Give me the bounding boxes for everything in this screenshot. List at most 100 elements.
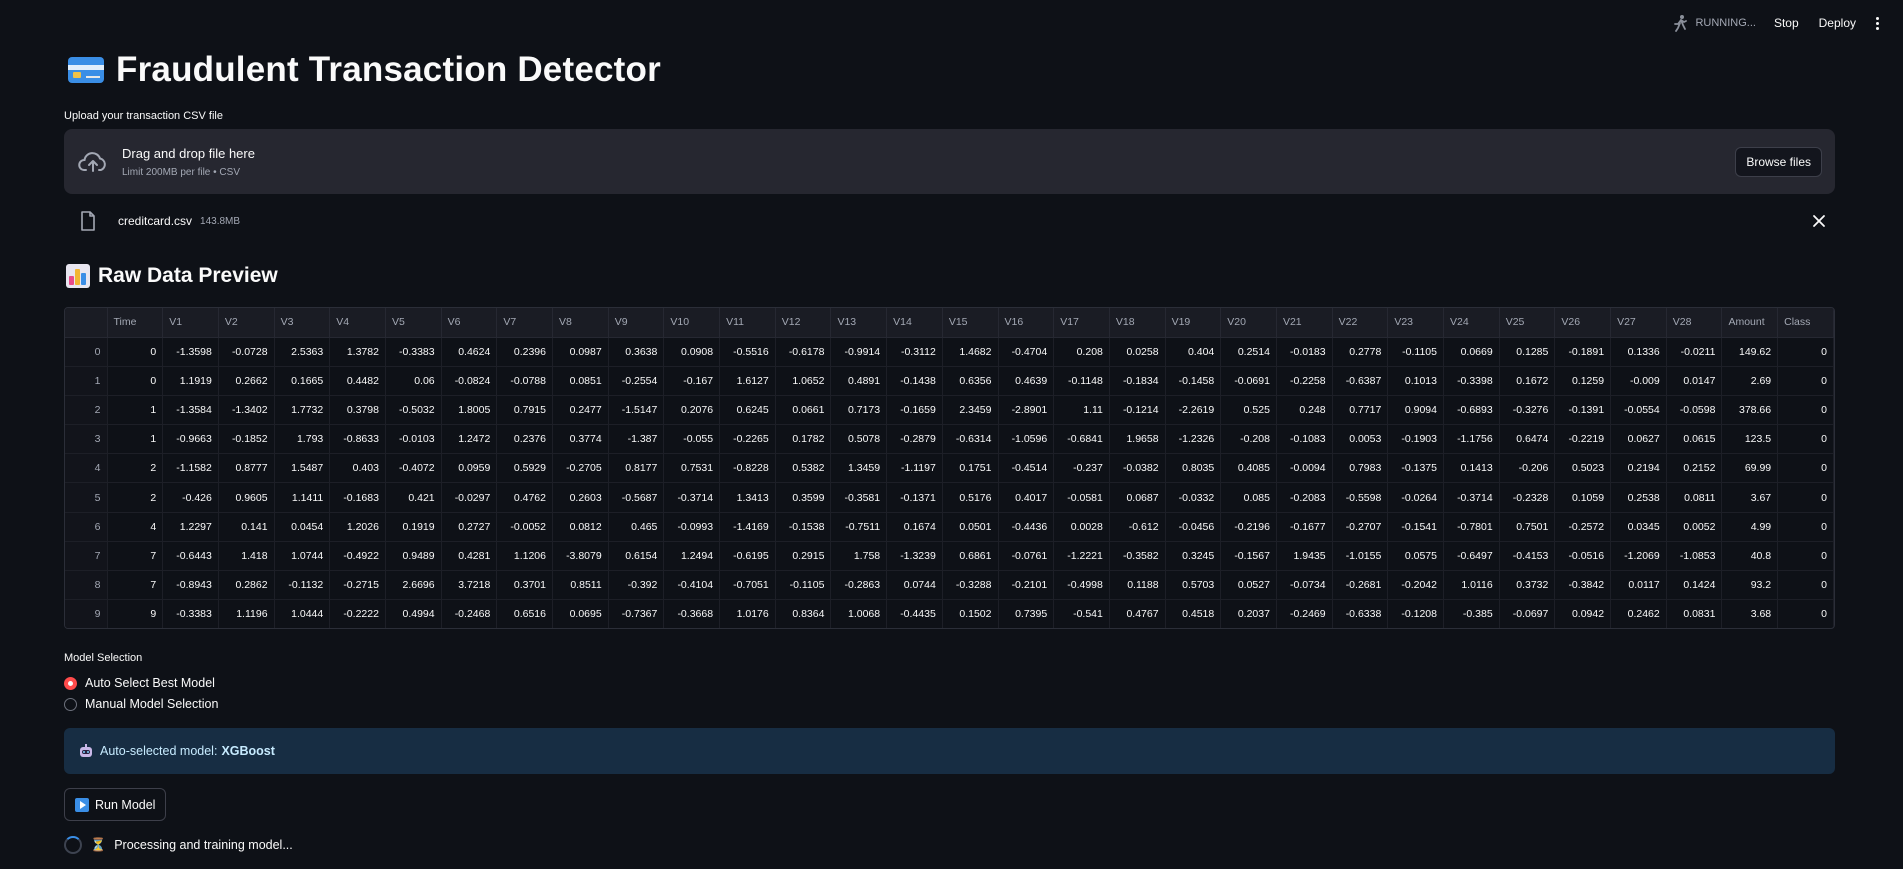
table-cell: 0.4482	[329, 366, 386, 396]
table-cell: 1.1196	[218, 599, 275, 628]
radio-label-auto: Auto Select Best Model	[85, 676, 215, 690]
table-cell: 2.3459	[942, 395, 999, 426]
table-cell: 0.4624	[441, 337, 498, 367]
table-cell: 0.1665	[274, 366, 331, 396]
deploy-button[interactable]: Deploy	[1817, 12, 1858, 34]
column-header[interactable]: V15	[942, 308, 999, 338]
radio-button[interactable]	[64, 697, 77, 711]
column-header[interactable]: Time	[107, 308, 164, 338]
table-cell: 69.99	[1721, 453, 1779, 484]
run-model-button[interactable]: Run Model	[64, 788, 167, 821]
table-cell: -0.0516	[1554, 541, 1612, 572]
column-header[interactable]: V12	[775, 308, 832, 338]
column-header[interactable]: V16	[998, 308, 1055, 338]
table-cell: -0.5032	[385, 395, 442, 426]
column-header[interactable]: V20	[1220, 308, 1277, 338]
table-cell: 1.1411	[274, 482, 331, 513]
column-header[interactable]: Amount	[1721, 308, 1779, 338]
table-cell: 0.4281	[441, 541, 498, 572]
column-header[interactable]: V13	[830, 308, 888, 338]
column-header[interactable]: V11	[719, 308, 776, 338]
table-cell: 0	[1777, 599, 1834, 628]
column-header[interactable]: V14	[886, 308, 943, 338]
table-cell: -0.1132	[274, 570, 331, 601]
column-header[interactable]: V22	[1332, 308, 1389, 338]
column-header[interactable]: V6	[441, 308, 498, 338]
table-cell: 0.1259	[1554, 366, 1612, 396]
column-header[interactable]: V2	[218, 308, 275, 338]
table-cell: 0.0615	[1666, 424, 1723, 455]
column-header[interactable]: V5	[385, 308, 442, 338]
table-cell: -0.0581	[1053, 482, 1110, 513]
column-header[interactable]: V19	[1165, 308, 1222, 338]
browse-files-button[interactable]: Browse files	[1735, 147, 1822, 177]
table-cell: -0.0183	[1276, 337, 1333, 367]
radio-button-selected[interactable]	[64, 676, 77, 690]
column-header[interactable]: V9	[608, 308, 665, 338]
table-cell: 1.1919	[162, 366, 219, 396]
table-cell: 2	[107, 453, 164, 484]
index-column-header[interactable]	[65, 308, 108, 338]
data-preview-table[interactable]: Time V1 V2 V3 V4 V5 V6 V7 V8 V9 V10 V11 V12 V13 V14 V15…	[64, 307, 1835, 629]
table-cell: 0.3245	[1165, 541, 1222, 572]
table-cell: 378.66	[1721, 395, 1779, 426]
table-cell: -0.6841	[1053, 424, 1110, 455]
main-menu-icon[interactable]	[1874, 13, 1881, 34]
table-cell: 0.2462	[1610, 599, 1667, 628]
column-header[interactable]: Class	[1777, 308, 1834, 338]
column-header[interactable]: V24	[1443, 308, 1500, 338]
column-header[interactable]: V8	[552, 308, 609, 338]
table-cell: 0.8035	[1165, 453, 1222, 484]
table-cell: 0.4767	[1109, 599, 1166, 628]
processing-text: Processing and training model...	[114, 838, 293, 852]
table-cell: -0.6893	[1443, 395, 1500, 426]
table-cell: -1.1582	[162, 453, 219, 484]
table-cell: 0.2662	[218, 366, 275, 396]
column-header[interactable]: V17	[1053, 308, 1110, 338]
file-dropzone[interactable]: Drag and drop file here Limit 200MB per …	[64, 129, 1835, 194]
column-header[interactable]: V27	[1610, 308, 1667, 338]
table-cell: -0.5516	[719, 337, 776, 367]
column-header[interactable]: V25	[1499, 308, 1556, 338]
table-cell: 0.4518	[1165, 599, 1222, 628]
processing-status: ⏳ Processing and training model...	[64, 836, 293, 854]
table-cell: 0.403	[329, 453, 386, 484]
table-cell: -0.1852	[218, 424, 275, 455]
table-cell: -0.612	[1109, 512, 1166, 542]
table-cell: 0.2152	[1666, 453, 1723, 484]
column-header[interactable]: V7	[496, 308, 553, 338]
column-header[interactable]: V18	[1109, 308, 1166, 338]
table-cell: 4	[107, 512, 164, 542]
table-cell: -0.0456	[1165, 512, 1222, 542]
table-row: 2 1 -1.3584 -1.3402 1.7732 0.3798 -0.5032 1.800…	[65, 395, 1834, 426]
table-cell: 4.99	[1721, 512, 1779, 542]
column-header[interactable]: V1	[162, 308, 219, 338]
column-header[interactable]: V3	[274, 308, 331, 338]
table-cell: -1.0155	[1332, 541, 1389, 572]
column-header[interactable]: V4	[329, 308, 386, 338]
table-cell: -0.0052	[496, 512, 553, 542]
table-cell: 0.6245	[719, 395, 776, 426]
table-cell: 0.6356	[942, 366, 999, 396]
table-cell: 1.0444	[274, 599, 331, 628]
table-row: 6 4 1.2297 0.141 0.0454 1.2026 0.1919 0.2727 -0.…	[65, 512, 1834, 542]
table-cell: -0.1683	[329, 482, 386, 513]
table-cell: -1.2326	[1165, 424, 1222, 455]
column-header[interactable]: V21	[1276, 308, 1333, 338]
radio-auto-select[interactable]: Auto Select Best Model	[64, 676, 215, 690]
column-header[interactable]: V10	[663, 308, 721, 338]
top-toolbar: RUNNING... Stop Deploy	[1671, 0, 1903, 46]
table-cell: 0.6861	[942, 541, 999, 572]
remove-file-icon[interactable]	[1810, 212, 1828, 230]
column-header[interactable]: V26	[1554, 308, 1612, 338]
table-cell: -0.3714	[1443, 482, 1500, 513]
column-header[interactable]: V28	[1666, 308, 1723, 338]
dropzone-instruction: Drag and drop file here	[122, 145, 255, 161]
stop-button[interactable]: Stop	[1772, 12, 1801, 34]
table-cell: 0.9605	[218, 482, 275, 513]
preview-title: Raw Data Preview	[98, 264, 278, 287]
radio-manual-select[interactable]: Manual Model Selection	[64, 697, 218, 711]
table-cell: -0.2219	[1554, 424, 1612, 455]
column-header[interactable]: V23	[1387, 308, 1444, 338]
table-cell: 0.2076	[663, 395, 721, 426]
